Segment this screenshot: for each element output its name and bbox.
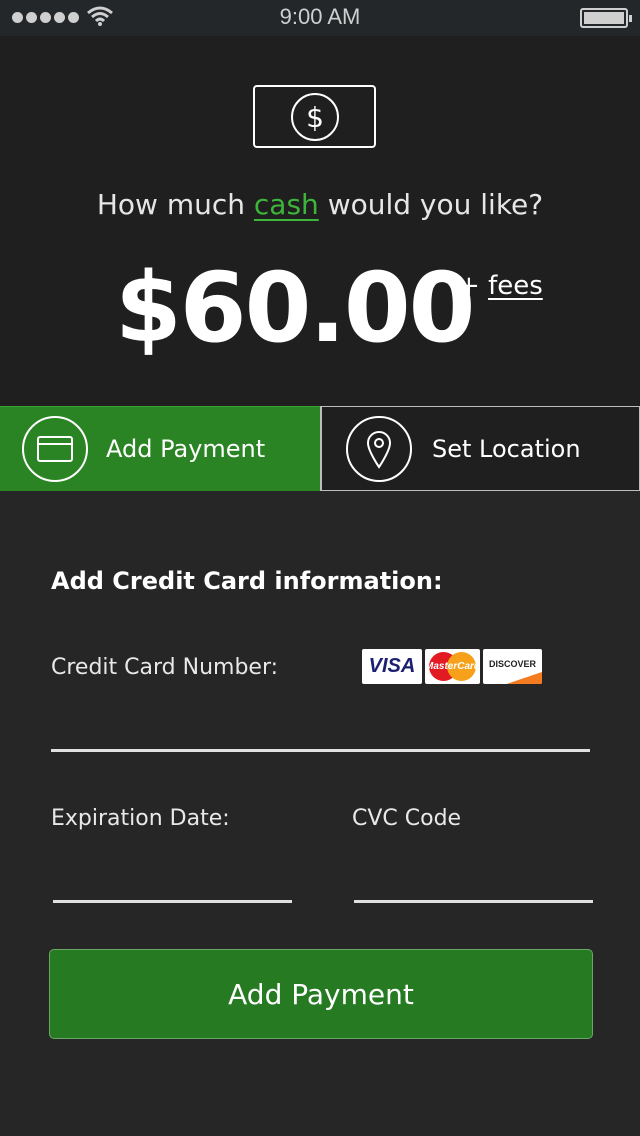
accepted-cards: VISA MasterCard DISCOVER	[362, 649, 542, 684]
tab-set-location-label: Set Location	[432, 435, 581, 463]
credit-card-form: Add Credit Card information: Credit Card…	[0, 491, 640, 1136]
battery-icon	[580, 8, 632, 28]
card-number-input[interactable]	[51, 705, 590, 745]
mastercard-logo-text: MasterCard	[425, 661, 480, 672]
discover-logo-text: DISCOVER	[488, 658, 536, 669]
cvc-input[interactable]	[354, 856, 593, 896]
fees-plus: +	[458, 271, 489, 301]
fees-note: + fees	[458, 271, 543, 301]
card-number-label: Credit Card Number:	[51, 655, 279, 680]
map-pin-icon	[346, 416, 412, 482]
tab-set-location[interactable]: Set Location	[320, 406, 640, 491]
dollar-bill-icon: $	[253, 85, 376, 148]
add-payment-button[interactable]: Add Payment	[49, 949, 593, 1039]
mastercard-logo: MasterCard	[425, 649, 480, 684]
tab-add-payment[interactable]: Add Payment	[0, 406, 320, 491]
expiration-label: Expiration Date:	[51, 806, 230, 831]
tab-add-payment-label: Add Payment	[106, 435, 266, 463]
expiration-input[interactable]	[53, 856, 292, 896]
svg-text:$: $	[306, 101, 324, 134]
question-prefix: How much	[96, 188, 254, 221]
cvc-label: CVC Code	[352, 806, 462, 831]
question-suffix: would you like?	[318, 188, 544, 221]
status-time: 9:00 AM	[279, 4, 361, 29]
amount-question: How much cash would you like?	[0, 188, 640, 221]
expiration-field[interactable]	[53, 856, 292, 903]
discover-logo: DISCOVER	[483, 649, 542, 684]
amount-section: $ How much cash would you like? $60.00 +…	[0, 36, 640, 406]
visa-logo: VISA	[362, 649, 422, 684]
cash-link[interactable]: cash	[254, 188, 319, 221]
status-bar: 9:00 AM	[0, 0, 640, 36]
credit-card-icon	[22, 416, 88, 482]
card-number-field[interactable]	[51, 705, 590, 752]
cash-amount[interactable]: $60.00	[115, 255, 475, 362]
payment-tabs: Add Payment Set Location	[0, 406, 640, 491]
form-heading: Add Credit Card information:	[51, 567, 443, 595]
fees-link[interactable]: fees	[488, 271, 543, 301]
cvc-field[interactable]	[354, 856, 593, 903]
